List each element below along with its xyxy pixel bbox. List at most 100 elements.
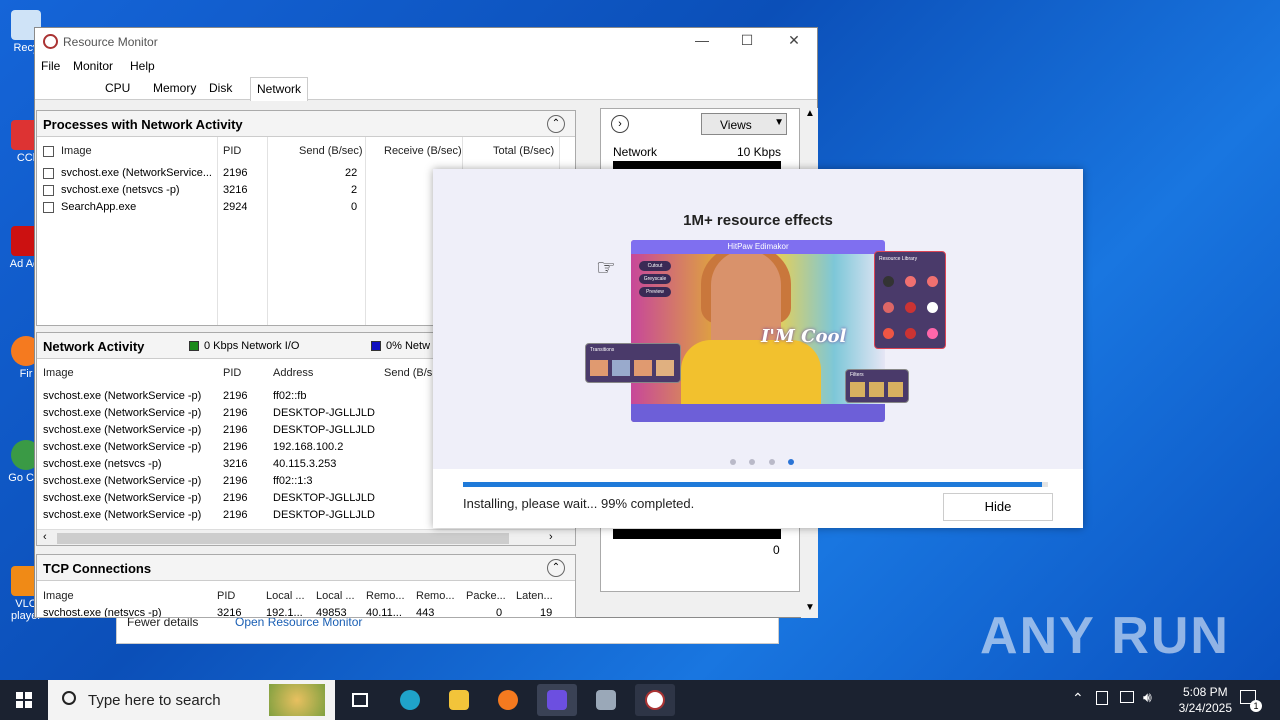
carousel-dot-active[interactable] xyxy=(788,459,795,465)
col-image[interactable]: Image xyxy=(43,367,74,379)
cell-pid: 2196 xyxy=(223,509,248,521)
taskbar-edimakor[interactable] xyxy=(537,684,577,716)
cell-pid: 2196 xyxy=(223,492,248,504)
col-send[interactable]: Send (B/sec) xyxy=(299,145,363,157)
carousel-dot[interactable] xyxy=(768,459,775,465)
col-local-port[interactable]: Local ... xyxy=(316,590,355,602)
cell-image: svchost.exe (NetworkService -p) xyxy=(43,424,202,436)
firefox-icon xyxy=(498,690,518,710)
horizontal-scrollbar[interactable]: ‹ › xyxy=(37,529,575,545)
start-button[interactable] xyxy=(0,680,48,720)
scroll-thumb[interactable] xyxy=(57,533,509,544)
art-caption: I'M Cool xyxy=(761,326,847,347)
resource-monitor-logo-icon xyxy=(43,34,58,49)
processes-title: Processes with Network Activity xyxy=(43,117,243,132)
carousel-dot[interactable] xyxy=(749,459,756,465)
menu-monitor[interactable]: Monitor xyxy=(73,59,113,73)
graph-zero: 0 xyxy=(773,543,780,557)
scroll-down-icon[interactable]: ▼ xyxy=(805,602,815,613)
close-button[interactable]: ✕ xyxy=(779,32,809,52)
col-send[interactable]: Send (B/s xyxy=(384,367,432,379)
task-view-button[interactable] xyxy=(340,684,380,716)
taskbar-clock[interactable]: 5:08 PM 3/24/2025 xyxy=(1179,684,1232,716)
col-image[interactable]: Image xyxy=(61,145,92,157)
col-remote-address[interactable]: Remo... xyxy=(366,590,405,602)
menu-file[interactable]: File xyxy=(41,59,60,73)
cell-pid: 2196 xyxy=(223,167,248,179)
hide-button[interactable]: Hide xyxy=(943,493,1053,521)
cell-pid: 3216 xyxy=(217,607,242,618)
taskbar-explorer[interactable] xyxy=(439,684,479,716)
cell-addr: 40.115.3.253 xyxy=(273,458,337,470)
search-placeholder: Type here to search xyxy=(88,692,221,709)
tab-memory[interactable]: Memory xyxy=(147,81,202,95)
col-receive[interactable]: Receive (B/sec) xyxy=(384,145,462,157)
cell-image: svchost.exe (NetworkService -p) xyxy=(43,441,202,453)
resource-monitor-icon xyxy=(645,690,665,710)
safe-remove-icon[interactable] xyxy=(1096,691,1108,705)
table-row[interactable]: svchost.exe (netsvcs -p) 3216 192.1... 4… xyxy=(37,605,575,618)
carousel-dot[interactable] xyxy=(730,459,736,465)
network-util-legend: 0% Netw xyxy=(386,340,431,352)
collapse-up-icon[interactable]: ⌃ xyxy=(547,115,565,133)
col-packet-loss[interactable]: Packe... xyxy=(466,590,506,602)
desktop-icon-label: Fir xyxy=(19,368,33,380)
col-remote-port[interactable]: Remo... xyxy=(416,590,455,602)
col-pid[interactable]: PID xyxy=(217,590,235,602)
cell-pid: 2196 xyxy=(223,407,248,419)
tab-network[interactable]: Network xyxy=(250,77,309,101)
cell-pid: 2196 xyxy=(223,441,248,453)
scroll-up-icon[interactable]: ▲ xyxy=(805,108,815,119)
cell-pid: 2196 xyxy=(223,390,248,402)
col-total[interactable]: Total (B/sec) xyxy=(493,145,554,157)
lib-title: Resource Library xyxy=(879,256,918,262)
col-latency[interactable]: Laten... xyxy=(516,590,553,602)
chevron-up-icon[interactable]: ⌃ xyxy=(1072,690,1084,707)
processes-column-headers: Image PID Send (B/sec) Receive (B/sec) T… xyxy=(37,143,575,160)
menu-help[interactable]: Help xyxy=(130,59,155,73)
row-checkbox[interactable] xyxy=(43,202,54,213)
col-pid[interactable]: PID xyxy=(223,367,241,379)
taskbar-installer[interactable] xyxy=(586,684,626,716)
filt-title: Filters xyxy=(850,372,864,378)
menu-bar: File Monitor Help xyxy=(35,56,817,76)
task-view-icon xyxy=(352,693,368,707)
taskbar: Type here to search ⌃ 🔊︎ 5:08 PM 3/24/20… xyxy=(0,680,1280,720)
minimize-button[interactable]: — xyxy=(687,32,717,52)
network-icon[interactable] xyxy=(1120,691,1134,703)
tcp-connections-header[interactable]: TCP Connections ⌃ xyxy=(37,555,575,581)
collapse-up-icon[interactable]: ⌃ xyxy=(547,559,565,577)
installer-banner: 1M+ resource effects HitPaw Edimakor I'M… xyxy=(433,169,1083,469)
col-pid[interactable]: PID xyxy=(223,145,241,157)
row-checkbox[interactable] xyxy=(43,185,54,196)
tcp-column-headers: Image PID Local ... Local ... Remo... Re… xyxy=(37,588,575,605)
scroll-left-icon[interactable]: ‹ xyxy=(43,531,47,543)
col-image[interactable]: Image xyxy=(43,590,74,602)
search-highlight-icon xyxy=(269,684,325,716)
anyrun-watermark: ANY RUN xyxy=(980,607,1230,665)
installer-heading: 1M+ resource effects xyxy=(683,212,833,229)
row-checkbox[interactable] xyxy=(43,168,54,179)
col-local-address[interactable]: Local ... xyxy=(266,590,305,602)
graph-label: Network xyxy=(613,145,658,159)
taskbar-edge[interactable] xyxy=(390,684,430,716)
taskbar-resource-monitor[interactable] xyxy=(635,684,675,716)
col-address[interactable]: Address xyxy=(273,367,313,379)
tab-cpu[interactable]: CPU xyxy=(99,81,136,95)
processes-header[interactable]: Processes with Network Activity ⌃ xyxy=(37,111,575,137)
tab-bar: CPU Memory Disk Network xyxy=(35,76,817,101)
install-progress-fill xyxy=(463,482,1043,487)
cell-pid: 3216 xyxy=(223,458,248,470)
select-all-checkbox[interactable] xyxy=(43,146,54,157)
taskbar-search[interactable]: Type here to search xyxy=(48,680,335,720)
scroll-right-icon[interactable]: › xyxy=(549,531,553,543)
volume-icon[interactable]: 🔊︎ xyxy=(1143,689,1152,706)
taskbar-firefox[interactable] xyxy=(488,684,528,716)
views-dropdown[interactable]: Views ▼ xyxy=(701,113,787,135)
window-title: Resource Monitor xyxy=(63,35,158,49)
maximize-button[interactable]: ☐ xyxy=(732,32,762,52)
cell-addr: ff02::fb xyxy=(273,390,307,402)
tab-disk[interactable]: Disk xyxy=(203,81,238,95)
expand-right-icon[interactable]: › xyxy=(611,115,629,133)
cell-addr: DESKTOP-JGLLJLD xyxy=(273,407,375,419)
